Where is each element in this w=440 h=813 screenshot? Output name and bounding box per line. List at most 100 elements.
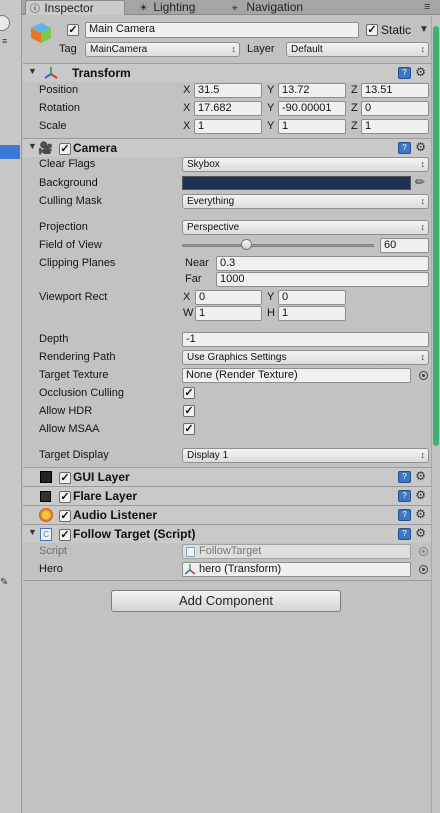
collapse-triangle-icon[interactable]: ▼: [28, 66, 37, 76]
navigation-icon: ⌖: [232, 3, 238, 14]
flare-layer-header[interactable]: ✓ Flare Layer ? ⚙: [23, 486, 431, 505]
collapse-triangle-icon[interactable]: ▼: [28, 141, 37, 151]
pin-icon[interactable]: ✎: [0, 577, 16, 591]
object-name-field[interactable]: Main Camera: [85, 22, 359, 38]
position-x-field[interactable]: 31.5: [194, 83, 262, 98]
static-checkbox[interactable]: ✓: [366, 24, 378, 36]
scrollbar-thumb[interactable]: [433, 26, 439, 446]
object-picker-icon: [419, 547, 428, 556]
viewport-w-label: W: [183, 307, 194, 319]
gear-icon[interactable]: ⚙: [415, 488, 426, 502]
rotation-x-field[interactable]: 17.682: [194, 101, 262, 116]
active-checkbox[interactable]: ✓: [67, 24, 79, 36]
camera-enabled-checkbox[interactable]: ✓: [59, 143, 71, 155]
add-component-button[interactable]: Add Component: [111, 590, 341, 612]
fov-slider-thumb[interactable]: [241, 239, 253, 250]
allow-hdr-checkbox[interactable]: ✓: [183, 405, 195, 417]
gear-icon[interactable]: ⚙: [415, 469, 426, 483]
object-picker-icon[interactable]: [419, 371, 428, 380]
camera-icon: 🎥: [38, 141, 53, 155]
follow-target-checkbox[interactable]: ✓: [59, 529, 71, 541]
tab-inspector[interactable]: ⓘ Inspector: [25, 0, 125, 15]
target-display-dropdown[interactable]: Display 1: [182, 448, 429, 463]
hierarchy-panel-edge: ≡ ✎: [0, 0, 22, 813]
position-z-field[interactable]: 13.51: [361, 83, 429, 98]
viewport-h-field[interactable]: 1: [278, 306, 346, 321]
divider: [23, 580, 431, 581]
clear-flags-label: Clear Flags: [39, 158, 96, 170]
culling-mask-label: Culling Mask: [39, 195, 102, 207]
axis-z-label: Z: [351, 120, 358, 132]
gameobject-cube-icon: [31, 23, 51, 43]
culling-mask-dropdown[interactable]: Everything: [182, 194, 429, 209]
static-label: Static: [381, 23, 412, 37]
position-y-field[interactable]: 13.72: [278, 83, 346, 98]
background-color-swatch[interactable]: [182, 176, 411, 190]
layer-dropdown[interactable]: Default: [286, 42, 429, 57]
panel-menu-icon[interactable]: ≡: [0, 35, 20, 47]
gear-icon[interactable]: ⚙: [415, 140, 426, 154]
viewport-x-label: X: [183, 291, 191, 303]
eyedropper-icon[interactable]: ✏: [415, 175, 425, 189]
camera-header[interactable]: ▼ 🎥 ✓ Camera ? ⚙: [23, 138, 431, 157]
collapse-triangle-icon[interactable]: ▼: [28, 527, 37, 537]
scrollbar[interactable]: [431, 16, 440, 813]
rotation-y-field[interactable]: -90.00001: [278, 101, 346, 116]
fov-slider-track[interactable]: [182, 244, 374, 247]
help-book-icon[interactable]: ?: [398, 490, 411, 502]
gui-layer-checkbox[interactable]: ✓: [59, 472, 71, 484]
audio-listener-icon: [39, 508, 53, 522]
far-field[interactable]: 1000: [216, 272, 429, 287]
flare-layer-icon: [40, 491, 51, 502]
help-book-icon[interactable]: ?: [398, 528, 411, 540]
allow-msaa-checkbox[interactable]: ✓: [183, 423, 195, 435]
viewport-y-field[interactable]: 0: [278, 290, 346, 305]
object-picker-icon[interactable]: [419, 565, 428, 574]
tag-dropdown[interactable]: MainCamera: [85, 42, 240, 57]
viewport-w-field[interactable]: 1: [195, 306, 262, 321]
projection-dropdown[interactable]: Perspective: [182, 220, 429, 235]
rendering-path-dropdown[interactable]: Use Graphics Settings: [182, 350, 429, 365]
near-label: Near: [185, 257, 209, 269]
follow-target-header[interactable]: ▼ C ✓ Follow Target (Script) ? ⚙: [23, 524, 431, 543]
tab-lighting[interactable]: ☀ Lighting: [135, 0, 220, 15]
flare-layer-checkbox[interactable]: ✓: [59, 491, 71, 503]
help-book-icon[interactable]: ?: [398, 471, 411, 483]
script-asset-icon: [186, 547, 195, 557]
hero-field[interactable]: hero (Transform): [182, 562, 411, 577]
gear-icon[interactable]: ⚙: [415, 526, 426, 540]
viewport-x-field[interactable]: 0: [195, 290, 262, 305]
gear-icon[interactable]: ⚙: [415, 65, 426, 79]
audio-listener-header[interactable]: ✓ Audio Listener ? ⚙: [23, 505, 431, 524]
static-dropdown-arrow-icon[interactable]: ▼: [419, 24, 429, 35]
help-book-icon[interactable]: ?: [398, 142, 411, 154]
scale-z-field[interactable]: 1: [361, 119, 429, 134]
transform-header[interactable]: ▼ Transform ? ⚙: [23, 63, 431, 82]
rotation-z-field[interactable]: 0: [361, 101, 429, 116]
occlusion-culling-checkbox[interactable]: ✓: [183, 387, 195, 399]
depth-field[interactable]: -1: [182, 332, 429, 347]
scale-label: Scale: [39, 120, 67, 132]
axis-y-label: Y: [267, 102, 275, 114]
layer-label: Layer: [247, 43, 275, 55]
scale-x-field[interactable]: 1: [194, 119, 262, 134]
audio-listener-checkbox[interactable]: ✓: [59, 510, 71, 522]
search-circle-icon[interactable]: [0, 15, 10, 31]
selected-row-highlight[interactable]: [0, 145, 20, 159]
rendering-path-label: Rendering Path: [39, 351, 116, 363]
help-book-icon[interactable]: ?: [398, 509, 411, 521]
target-texture-field[interactable]: None (Render Texture): [182, 368, 411, 383]
clear-flags-dropdown[interactable]: Skybox: [182, 157, 429, 172]
near-field[interactable]: 0.3: [216, 256, 429, 271]
help-book-icon[interactable]: ?: [398, 67, 411, 79]
tab-navigation[interactable]: ⌖ Navigation: [228, 0, 338, 15]
viewport-rect-label: Viewport Rect: [39, 291, 108, 303]
gear-icon[interactable]: ⚙: [415, 507, 426, 521]
scale-y-field[interactable]: 1: [278, 119, 346, 134]
tab-menu-icon[interactable]: ≡: [424, 1, 430, 13]
allow-hdr-label: Allow HDR: [39, 405, 93, 417]
clipping-planes-label: Clipping Planes: [39, 257, 116, 269]
fov-field[interactable]: 60: [380, 238, 429, 253]
gui-layer-header[interactable]: ✓ GUI Layer ? ⚙: [23, 467, 431, 486]
axis-x-label: X: [183, 120, 191, 132]
